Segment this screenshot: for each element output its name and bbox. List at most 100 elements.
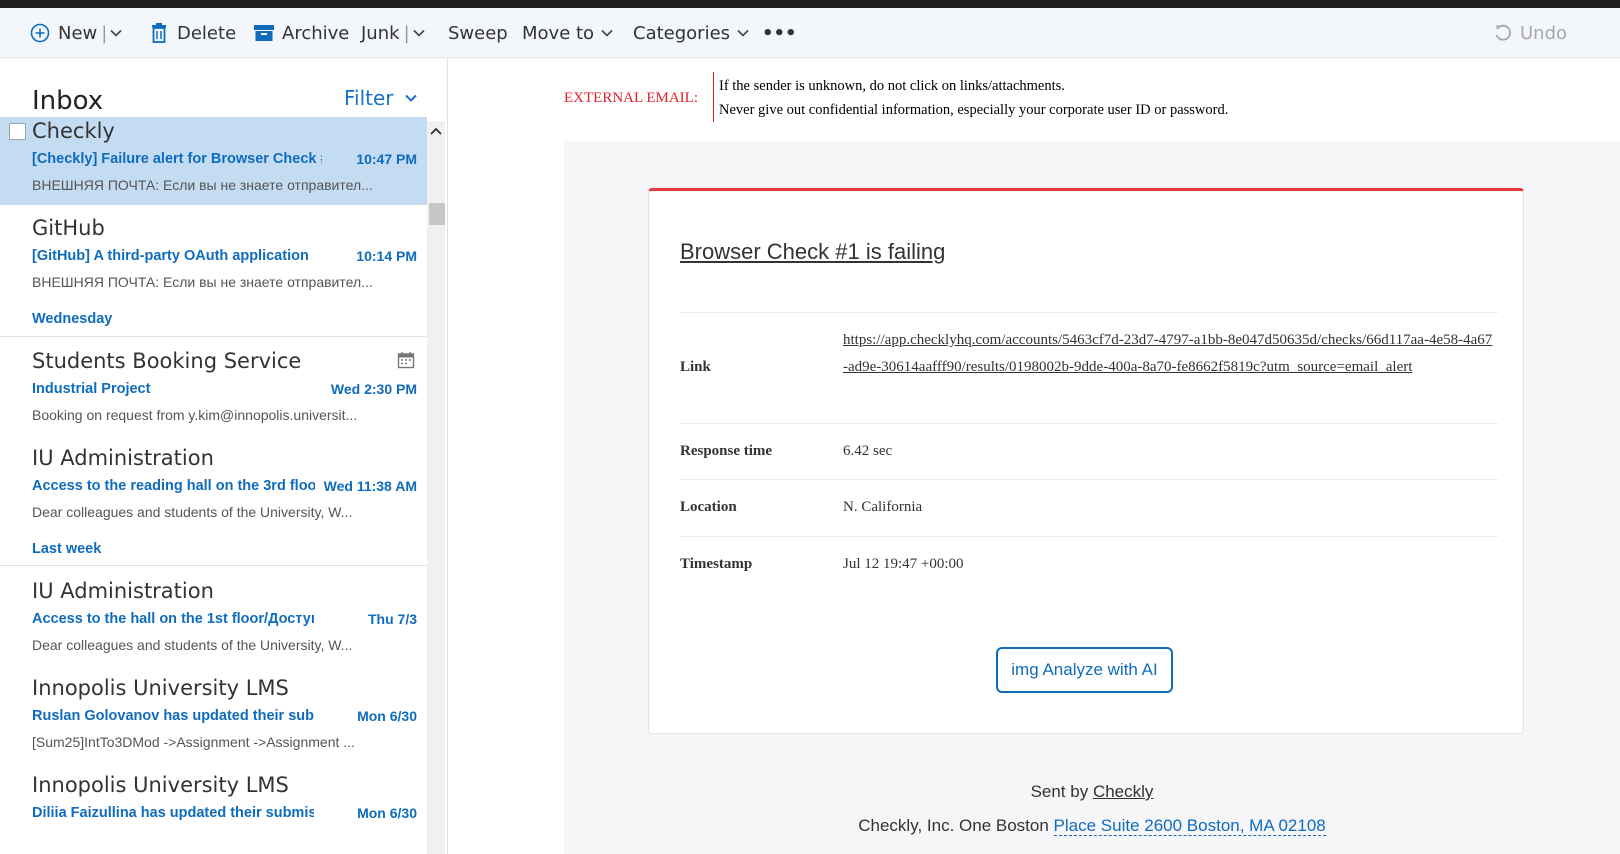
external-warning-line1: If the sender is unknown, do not click o… bbox=[719, 78, 1065, 94]
chevron-up-icon bbox=[430, 127, 442, 135]
message-sender: Checkly bbox=[32, 119, 115, 143]
link-label: Link bbox=[680, 359, 711, 375]
chevron-down-icon bbox=[601, 29, 613, 37]
categories-button[interactable]: Categories bbox=[633, 8, 750, 58]
message-sender: GitHub bbox=[32, 216, 105, 240]
message-sender: Innopolis University LMS bbox=[32, 676, 289, 700]
timestamp-value: Jul 12 19:47 +00:00 bbox=[843, 556, 964, 572]
message-checkbox[interactable] bbox=[9, 123, 26, 140]
chevron-down-icon[interactable] bbox=[109, 26, 123, 40]
message-item-booking[interactable]: Students Booking Service Industrial Proj… bbox=[0, 347, 427, 435]
footer-address: Checkly, Inc. One Boston Place Suite 260… bbox=[564, 816, 1620, 836]
message-preview: Booking on request from y.kim@innopolis.… bbox=[32, 407, 358, 423]
new-label: New bbox=[58, 22, 98, 44]
scroll-up-button[interactable] bbox=[427, 121, 445, 141]
message-time: Wed 11:38 AM bbox=[323, 478, 417, 494]
chevron-down-icon bbox=[404, 94, 417, 102]
group-header-last-week: Last week bbox=[32, 541, 102, 557]
filter-button[interactable]: Filter bbox=[344, 86, 418, 110]
command-toolbar: New | Delete Archive Junk | Sweep Move t… bbox=[0, 8, 1620, 58]
undo-button[interactable]: Undo bbox=[1494, 8, 1567, 58]
message-sender: Innopolis University LMS bbox=[32, 773, 289, 797]
message-sender: IU Administration bbox=[32, 446, 214, 470]
message-subject: [Checkly] Failure alert for Browser Chec… bbox=[32, 151, 322, 167]
message-list-pane: Inbox Filter Checkly [Checkly] Failure a… bbox=[0, 58, 448, 854]
message-subject: Industrial Project bbox=[32, 381, 151, 397]
message-item-iu-admin-2[interactable]: IU Administration Access to the hall on … bbox=[0, 577, 427, 665]
group-divider bbox=[0, 336, 427, 337]
location-value: N. California bbox=[843, 499, 923, 515]
folder-title: Inbox bbox=[32, 86, 104, 116]
row-divider bbox=[680, 479, 1498, 480]
group-divider bbox=[0, 565, 427, 566]
message-sender: IU Administration bbox=[32, 579, 214, 603]
external-warning-bar bbox=[713, 72, 714, 122]
trash-icon bbox=[152, 23, 166, 43]
junk-label: Junk bbox=[361, 22, 400, 44]
message-subject: Ruslan Golovanov has updated their subm bbox=[32, 708, 314, 724]
message-preview: ВНЕШНЯЯ ПОЧТА: Если вы не знаете отправи… bbox=[32, 177, 373, 193]
message-item-github[interactable]: GitHub [GitHub] A third-party OAuth appl… bbox=[0, 214, 427, 302]
archive-label: Archive bbox=[282, 22, 350, 44]
filter-label: Filter bbox=[344, 86, 394, 110]
message-preview: [Sum25]IntTo3DMod ->Assignment ->Assignm… bbox=[32, 734, 355, 750]
message-sender: Students Booking Service bbox=[32, 349, 302, 373]
sweep-button[interactable]: Sweep bbox=[448, 8, 508, 58]
message-preview: Dear colleagues and students of the Univ… bbox=[32, 504, 353, 520]
group-header-wednesday: Wednesday bbox=[32, 311, 113, 327]
message-time: 10:14 PM bbox=[356, 248, 417, 264]
result-link[interactable]: https://app.checklyhq.com/accounts/5463c… bbox=[843, 327, 1493, 381]
timestamp-label: Timestamp bbox=[680, 556, 753, 572]
junk-separator: | bbox=[403, 22, 410, 44]
message-subject: Diliia Faizullina has updated their subm… bbox=[32, 805, 314, 821]
message-time: Wed 2:30 PM bbox=[330, 381, 417, 397]
message-item-lms-1[interactable]: Innopolis University LMS Ruslan Golovano… bbox=[0, 674, 427, 762]
message-item-lms-2[interactable]: Innopolis University LMS Diliia Faizulli… bbox=[0, 771, 427, 854]
message-preview: Dear colleagues and students of the Univ… bbox=[32, 637, 353, 653]
new-separator: | bbox=[101, 22, 108, 44]
row-divider bbox=[680, 312, 1498, 313]
alert-card: Browser Check #1 is failing Link https:/… bbox=[648, 188, 1524, 734]
more-actions-button[interactable]: ••• bbox=[762, 8, 797, 58]
window-top-strip bbox=[0, 0, 1620, 8]
more-label: ••• bbox=[762, 22, 797, 44]
new-button[interactable]: New | bbox=[30, 8, 123, 58]
message-item-iu-admin-1[interactable]: IU Administration Access to the reading … bbox=[0, 444, 427, 532]
move-to-label: Move to bbox=[522, 22, 595, 44]
delete-button[interactable]: Delete bbox=[150, 8, 236, 58]
checkly-link[interactable]: Checkly bbox=[1093, 782, 1153, 801]
address-prefix: Checkly, Inc. One Boston bbox=[858, 816, 1049, 835]
email-body: Browser Check #1 is failing Link https:/… bbox=[564, 142, 1620, 854]
undo-icon bbox=[1495, 24, 1511, 41]
sweep-label: Sweep bbox=[448, 22, 508, 44]
row-divider bbox=[680, 536, 1498, 537]
message-list-scrollbar[interactable] bbox=[427, 121, 445, 854]
archive-button[interactable]: Archive bbox=[254, 8, 349, 58]
message-preview: ВНЕШНЯЯ ПОЧТА: Если вы не знаете отправи… bbox=[32, 274, 373, 290]
chevron-down-icon bbox=[737, 29, 749, 37]
delete-label: Delete bbox=[177, 22, 237, 44]
junk-button[interactable]: Junk | bbox=[361, 8, 426, 58]
reading-pane: EXTERNAL EMAIL: If the sender is unknown… bbox=[449, 58, 1620, 854]
message-time: Mon 6/30 bbox=[357, 805, 417, 821]
plus-circle-icon bbox=[30, 23, 50, 43]
chevron-down-icon[interactable] bbox=[412, 26, 426, 40]
message-time: Mon 6/30 bbox=[357, 708, 417, 724]
message-item-checkly[interactable]: Checkly [Checkly] Failure alert for Brow… bbox=[0, 117, 427, 205]
response-time-label: Response time bbox=[680, 443, 773, 459]
alert-title[interactable]: Browser Check #1 is failing bbox=[680, 239, 945, 265]
analyze-with-ai-button[interactable]: img Analyze with AI bbox=[996, 647, 1173, 693]
message-subject: Access to the hall on the 1st floor/Дост… bbox=[32, 611, 314, 627]
archive-icon bbox=[254, 25, 274, 41]
sent-by-text: Sent by bbox=[1030, 782, 1089, 801]
categories-label: Categories bbox=[633, 22, 731, 44]
row-divider bbox=[680, 423, 1498, 424]
undo-label: Undo bbox=[1520, 22, 1568, 44]
message-subject: Access to the reading hall on the 3rd fl… bbox=[32, 478, 315, 494]
scroll-thumb[interactable] bbox=[429, 203, 445, 225]
external-warning-line2: Never give out confidential information,… bbox=[719, 102, 1229, 118]
message-subject: [GitHub] A third-party OAuth application bbox=[32, 248, 309, 264]
address-link[interactable]: Place Suite 2600 Boston, MA 02108 bbox=[1053, 816, 1326, 836]
move-to-button[interactable]: Move to bbox=[522, 8, 614, 58]
message-time: 10:47 PM bbox=[356, 151, 417, 167]
